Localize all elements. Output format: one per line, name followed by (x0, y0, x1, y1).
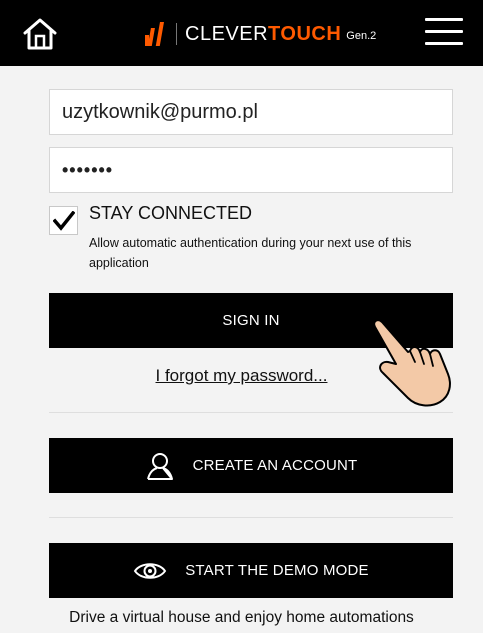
start-demo-label: START THE DEMO MODE (185, 562, 369, 579)
top-bar: CLEVER TOUCH Gen.2 (0, 0, 483, 66)
stay-connected-checkbox[interactable] (49, 206, 78, 235)
forgot-password-link[interactable]: I forgot my password... (156, 366, 328, 385)
logo-mark-icon (145, 22, 164, 46)
stay-connected-description: Allow automatic authentication during yo… (89, 236, 412, 270)
home-icon (23, 18, 57, 50)
stay-connected-label: STAY CONNECTED (89, 203, 253, 223)
password-field[interactable]: ••••••• (49, 147, 453, 193)
logo-separator (176, 23, 177, 45)
home-button[interactable] (20, 15, 60, 53)
checkmark-icon (52, 210, 75, 231)
logo-text-clever: CLEVER (185, 22, 269, 45)
logo-text-touch: TOUCH (268, 22, 342, 45)
user-icon (145, 451, 175, 481)
start-demo-button[interactable]: START THE DEMO MODE (49, 543, 453, 598)
create-account-label: CREATE AN ACCOUNT (192, 457, 358, 474)
divider (49, 517, 453, 518)
divider (49, 412, 453, 413)
hamburger-menu-icon (425, 18, 463, 45)
demo-description: Drive a virtual house and enjoy home aut… (69, 609, 414, 626)
email-field[interactable]: uzytkownik@purmo.pl (49, 89, 453, 135)
sign-in-label: SIGN IN (222, 312, 280, 329)
forgot-password-row: I forgot my password... (0, 366, 483, 386)
app-logo: CLEVER TOUCH Gen.2 (144, 22, 376, 46)
logo-text-gen: Gen.2 (346, 30, 377, 42)
sign-in-button[interactable]: SIGN IN (49, 293, 453, 348)
eye-icon (133, 560, 167, 582)
menu-button[interactable] (425, 18, 463, 48)
create-account-button[interactable]: CREATE AN ACCOUNT (49, 438, 453, 493)
